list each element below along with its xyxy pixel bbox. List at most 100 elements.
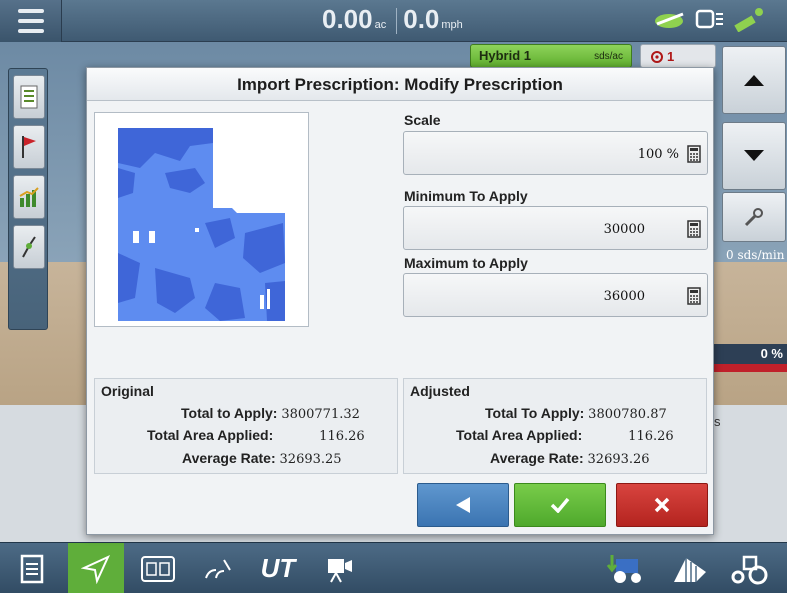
scroll-up-button[interactable] — [722, 46, 786, 114]
adjusted-avg-label: Average Rate: — [490, 450, 584, 466]
seed-icon — [205, 558, 231, 578]
top-status-bar: 0.00 ac 0.0 mph — [0, 0, 787, 42]
main-menu-button[interactable] — [0, 0, 62, 42]
tractor-download-icon — [606, 554, 641, 583]
implement-button[interactable] — [660, 543, 720, 593]
original-avg-row: Average Rate: 32693.25 — [182, 450, 342, 467]
guidance-tool[interactable] — [13, 225, 45, 269]
adjusted-area-row: Total Area Applied: 116.26 — [456, 427, 674, 444]
maximum-label: Maximum to Apply — [404, 255, 528, 271]
split-view-icon — [141, 555, 175, 582]
area-speed-readout: 0.00 ac 0.0 mph — [322, 4, 467, 35]
maximum-value: 36000 — [603, 289, 645, 304]
wrench-icon — [744, 208, 763, 227]
original-area-label: Total Area Applied: — [147, 427, 274, 443]
scroll-down-button[interactable] — [722, 122, 786, 190]
flag-tool[interactable] — [13, 125, 45, 169]
adjusted-avg-value: 32693.26 — [587, 452, 650, 467]
arrow-down-icon — [744, 150, 764, 161]
calculator-icon — [687, 145, 701, 163]
list-icon — [20, 85, 38, 109]
arrow-left-icon — [456, 497, 470, 513]
alarm-chip[interactable]: 1 — [640, 44, 716, 68]
percent-readout: 0 % — [712, 344, 787, 364]
scale-value: 100 % — [637, 147, 679, 162]
status-icons — [653, 6, 767, 32]
rate-readout: 0 sds/min — [726, 248, 785, 262]
original-area-row: Total Area Applied: 116.26 — [147, 427, 365, 444]
modify-prescription-dialog: Import Prescription: Modify Prescription… — [86, 67, 714, 535]
original-total-row: Total to Apply: 3800771.32 — [181, 405, 360, 422]
calculator-icon — [687, 287, 701, 305]
vehicle-button[interactable] — [720, 543, 780, 593]
original-avg-label: Average Rate: — [182, 450, 276, 466]
document-icon — [20, 554, 44, 583]
implement-icon — [674, 557, 706, 582]
original-area-value: 116.26 — [319, 429, 365, 444]
left-toolbar — [8, 68, 48, 330]
gps-cloud-icon[interactable] — [653, 8, 687, 30]
original-summary: Original Total to Apply: 3800771.32 Tota… — [94, 378, 398, 474]
adjusted-area-label: Total Area Applied: — [456, 427, 583, 443]
chart-tool[interactable] — [13, 175, 45, 219]
adjusted-heading: Adjusted — [410, 383, 470, 399]
minimum-value: 30000 — [603, 222, 645, 237]
adjusted-avg-row: Average Rate: 32693.26 — [490, 450, 650, 467]
display-icon[interactable] — [695, 8, 725, 30]
accept-button[interactable] — [514, 483, 606, 527]
ut-label: UT — [260, 553, 296, 583]
adjusted-total-label: Total To Apply: — [485, 405, 585, 421]
navigation-arrow-icon — [81, 554, 111, 584]
scale-field[interactable]: 100 % — [403, 131, 708, 175]
calculator-icon — [687, 220, 701, 238]
minimum-field[interactable]: 30000 — [403, 206, 708, 250]
bar-chart-icon — [19, 187, 39, 207]
original-avg-value: 32693.25 — [279, 452, 342, 467]
bottom-toolbar: UT — [0, 542, 787, 593]
prescription-map-preview — [94, 112, 309, 327]
flag-icon — [22, 136, 36, 158]
arrow-up-icon — [744, 75, 764, 86]
right-column — [718, 42, 787, 362]
satellite-icon[interactable] — [733, 6, 767, 32]
back-button[interactable] — [417, 483, 509, 527]
original-heading: Original — [101, 383, 154, 399]
adjusted-area-value: 116.26 — [628, 429, 674, 444]
scale-label: Scale — [404, 112, 441, 128]
partial-text: s — [714, 414, 721, 429]
vehicle-download-button[interactable] — [596, 543, 656, 593]
map-tab-button[interactable] — [68, 543, 124, 593]
product-unit: sds/ac — [594, 51, 623, 62]
planting-button[interactable] — [190, 543, 246, 593]
prescription-map — [118, 128, 285, 321]
speed-unit: mph — [441, 19, 463, 31]
close-icon — [654, 497, 670, 513]
rate-bar — [712, 364, 787, 372]
alarm-icon — [651, 51, 663, 63]
ut-button[interactable]: UT — [250, 543, 306, 593]
guidance-icon — [22, 236, 36, 258]
adjusted-total-row: Total To Apply: 3800780.87 — [485, 405, 667, 422]
checkmark-icon — [550, 497, 570, 513]
cancel-button[interactable] — [616, 483, 708, 527]
tractor-icon — [731, 555, 768, 584]
alarm-count: 1 — [667, 49, 675, 64]
camera-icon — [328, 558, 352, 582]
product-chip[interactable]: Hybrid 1 sds/ac — [470, 44, 632, 68]
original-total-label: Total to Apply: — [181, 405, 278, 421]
hamburger-icon — [17, 6, 44, 36]
speed-value: 0.0 — [403, 4, 440, 34]
adjusted-summary: Adjusted Total To Apply: 3800780.87 Tota… — [403, 378, 707, 474]
split-view-button[interactable] — [130, 543, 186, 593]
camera-button[interactable] — [312, 543, 368, 593]
maximum-field[interactable]: 36000 — [403, 273, 708, 317]
area-unit: ac — [374, 19, 387, 31]
original-total-value: 3800771.32 — [281, 407, 360, 422]
product-name: Hybrid 1 — [479, 48, 532, 63]
settings-button[interactable] — [722, 192, 786, 242]
layers-tool[interactable] — [13, 75, 45, 119]
dialog-title: Import Prescription: Modify Prescription — [87, 68, 713, 101]
document-button[interactable] — [4, 543, 60, 593]
adjusted-total-value: 3800780.87 — [588, 407, 667, 422]
minimum-label: Minimum To Apply — [404, 188, 528, 204]
